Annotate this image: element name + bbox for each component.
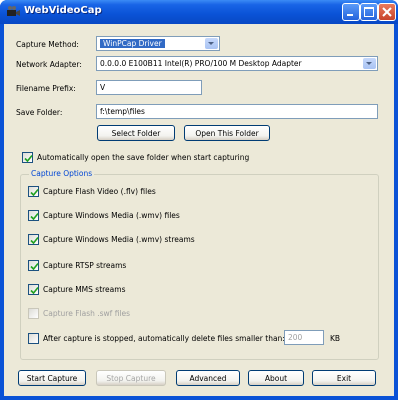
filename-prefix-input[interactable]: V [96,80,202,95]
network-adapter-select[interactable]: 0.0.0.0 E100B11 Intel(R) PRO/100 M Deskt… [96,56,378,71]
capture-wmv-streams-label: Capture Windows Media (.wmv) streams [43,235,195,244]
checkbox-box[interactable] [28,210,39,221]
save-folder-input[interactable]: f:\temp\files [96,104,378,119]
window-frame-bottom [0,396,398,400]
select-folder-button[interactable]: Select Folder [97,125,175,141]
checkbox-box[interactable] [28,260,39,271]
app-window: WebVideoCap Capture Method: WinPCap Driv… [0,0,398,400]
capture-mms-label: Capture MMS streams [43,285,126,294]
auto-delete-unit: KB [330,334,341,343]
capture-wmv-files-label: Capture Windows Media (.wmv) files [43,211,180,220]
start-capture-button[interactable]: Start Capture [18,370,86,386]
save-folder-label: Save Folder: [16,108,63,117]
check-icon [30,236,39,245]
window-frame-right [394,24,398,400]
capture-flv-label: Capture Flash Video (.flv) files [43,187,156,196]
network-adapter-label: Network Adapter: [16,60,82,69]
open-folder-button[interactable]: Open This Folder [184,125,270,141]
save-folder-value: f:\temp\files [100,107,145,116]
capture-swf-label: Capture Flash .swf files [43,309,131,318]
maximize-icon [364,7,374,17]
network-adapter-value: 0.0.0.0 E100B11 Intel(R) PRO/100 M Deskt… [100,59,302,68]
auto-open-label: Automatically open the save folder when … [37,153,250,162]
capture-method-select[interactable]: WinPCap Driver [96,36,220,51]
dialog-body: Capture Method: WinPCap Driver Network A… [4,24,394,396]
minimize-icon [347,14,353,16]
auto-delete-size-value: 200 [288,333,303,342]
checkbox-box[interactable] [28,186,39,197]
advanced-button[interactable]: Advanced [176,370,240,386]
capture-options-legend: Capture Options [29,169,95,178]
window-title: WebVideoCap [24,5,102,16]
checkbox-box[interactable] [28,308,39,319]
check-icon [30,262,39,271]
filename-prefix-label: Filename Prefix: [16,84,76,93]
check-icon [24,154,33,163]
about-button[interactable]: About [248,370,304,386]
auto-delete-label: After capture is stopped, automatically … [43,334,285,343]
close-button[interactable] [378,3,396,21]
auto-delete-size-input[interactable]: 200 [284,330,324,345]
checkbox-box[interactable] [22,152,33,163]
dropdown-arrow-icon[interactable] [363,58,376,69]
dropdown-arrow-icon[interactable] [205,38,218,49]
capture-rtsp-label: Capture RTSP streams [43,261,127,270]
checkbox-box[interactable] [28,333,39,344]
app-camera-icon [5,4,21,20]
stop-capture-button[interactable]: Stop Capture [96,370,166,386]
close-icon [382,7,392,17]
check-icon [30,286,39,295]
check-icon [30,188,39,197]
filename-prefix-value: V [100,83,106,92]
capture-method-label: Capture Method: [16,40,79,49]
capture-method-value: WinPCap Driver [100,39,165,48]
maximize-button[interactable] [360,3,378,21]
check-icon [30,212,39,221]
exit-button[interactable]: Exit [312,370,376,386]
minimize-button[interactable] [342,3,360,21]
title-bar[interactable]: WebVideoCap [0,0,398,24]
checkbox-box[interactable] [28,284,39,295]
checkbox-box[interactable] [28,234,39,245]
